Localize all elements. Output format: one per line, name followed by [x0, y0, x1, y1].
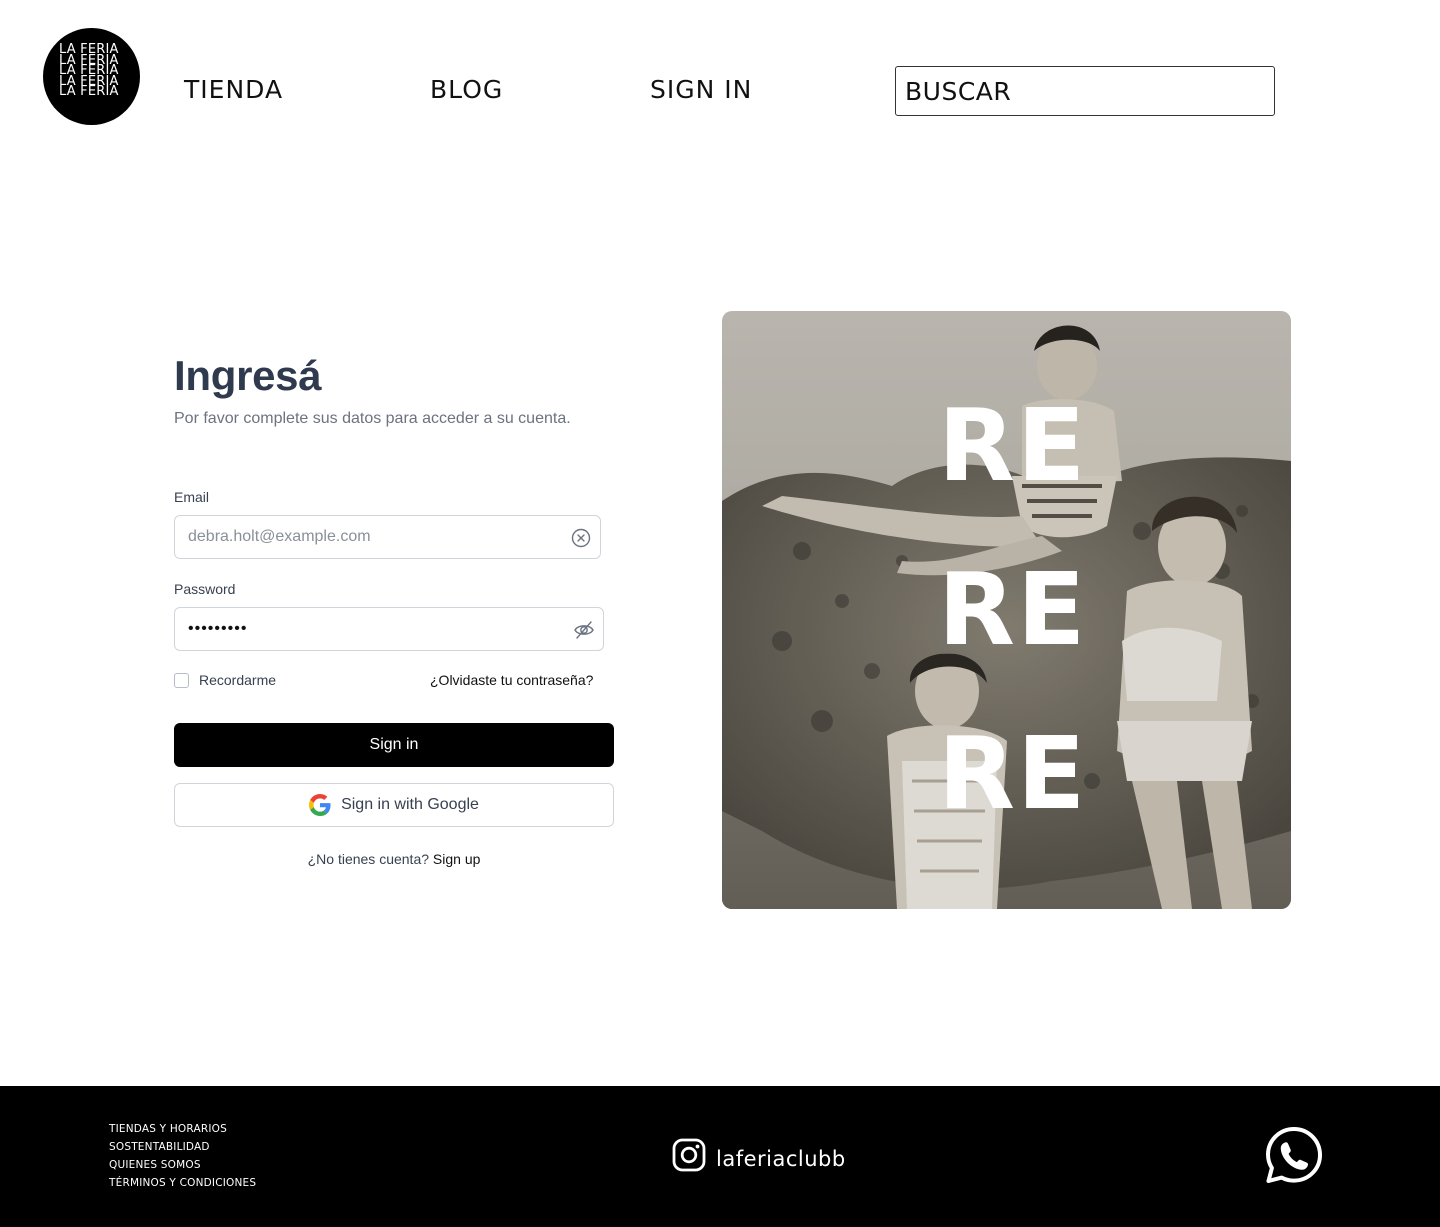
remember-me[interactable]: Recordarme	[174, 672, 276, 688]
whatsapp-icon[interactable]	[1264, 1125, 1324, 1185]
footer-link-sostentabilidad[interactable]: SOSTENTABILIDAD	[109, 1140, 256, 1154]
sign-in-button[interactable]: Sign in	[174, 723, 614, 767]
forgot-password-link[interactable]: ¿Olvidaste tu contraseña?	[430, 672, 593, 688]
google-button-label: Sign in with Google	[341, 796, 479, 813]
page-title: Ingresá	[174, 352, 322, 399]
logo[interactable]: LA FERIA LA FERIA LA FERIA LA FERIA LA F…	[43, 28, 140, 125]
footer-links: TIENDAS Y HORARIOS SOSTENTABILIDAD QUIEN…	[109, 1122, 256, 1190]
page-subtitle: Por favor complete sus datos para accede…	[174, 410, 571, 427]
hero-word: RE	[938, 551, 1088, 668]
sign-up-link[interactable]: Sign up	[433, 851, 480, 867]
footer-link-tiendas[interactable]: TIENDAS Y HORARIOS	[109, 1122, 256, 1136]
instagram-icon	[672, 1138, 706, 1172]
google-sign-in-button[interactable]: Sign in with Google	[174, 783, 614, 827]
password-field-wrapper	[174, 607, 604, 651]
email-field-wrapper	[174, 515, 601, 559]
footer: TIENDAS Y HORARIOS SOSTENTABILIDAD QUIEN…	[0, 1086, 1440, 1227]
logo-line: LA FERIA	[59, 84, 119, 99]
email-field[interactable]	[175, 516, 600, 558]
google-icon	[309, 794, 331, 816]
instagram-handle: laferiaclubb	[716, 1147, 846, 1171]
password-field[interactable]	[175, 608, 603, 650]
logo-wordmark: LA FERIA LA FERIA LA FERIA LA FERIA LA F…	[59, 43, 129, 99]
instagram-link[interactable]: laferiaclubb	[672, 1138, 846, 1172]
remember-label: Recordarme	[199, 672, 277, 688]
search-input[interactable]	[896, 67, 1274, 115]
no-account-text: ¿No tienes cuenta?	[307, 851, 430, 867]
signup-prompt: ¿No tienes cuenta? Sign up	[174, 851, 614, 867]
clear-circle-icon[interactable]	[570, 527, 592, 549]
eye-off-icon[interactable]	[573, 619, 595, 641]
hero-word: RE	[938, 387, 1088, 504]
nav-tienda[interactable]: TIENDA	[184, 75, 283, 104]
search-box	[895, 66, 1275, 116]
email-label: Email	[174, 489, 210, 505]
nav-blog[interactable]: BLOG	[430, 75, 503, 104]
remember-checkbox[interactable]	[174, 672, 189, 688]
hero-word: RE	[938, 715, 1088, 832]
nav-sign-in[interactable]: SIGN IN	[650, 75, 752, 104]
footer-link-quienes-somos[interactable]: QUIENES SOMOS	[109, 1158, 256, 1172]
footer-link-terminos[interactable]: TÉRMINOS Y CONDICIONES	[109, 1176, 256, 1190]
password-label: Password	[174, 581, 236, 597]
